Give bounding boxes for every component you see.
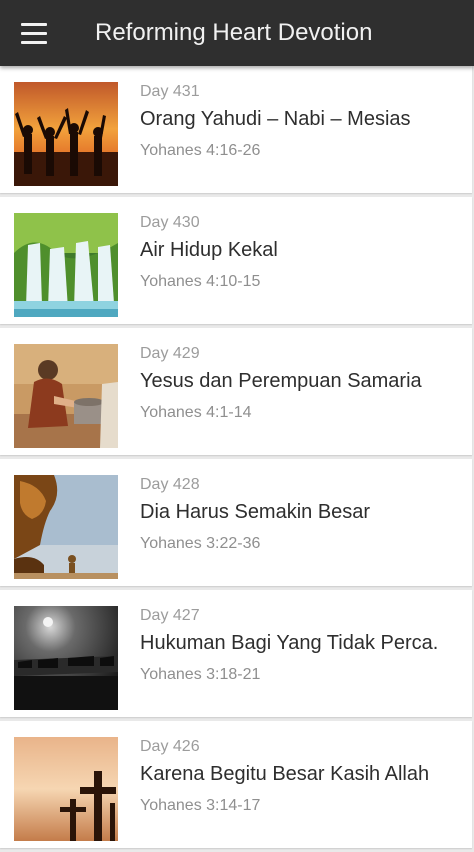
devotion-reference: Yohanes 4:1-14 [140,404,252,421]
people-sunset-image [14,82,118,186]
devotion-day: Day 427 [140,607,200,624]
waterfall-image [14,213,118,317]
devotion-title: Orang Yahudi – Nabi – Mesias [140,108,411,130]
devotion-title: Karena Begitu Besar Kasih Allah [140,763,430,785]
lion-image [14,475,118,579]
devotion-reference: Yohanes 3:22-36 [140,535,261,552]
devotion-item[interactable]: Day 426 Karena Begitu Besar Kasih Allah … [0,721,472,848]
devotion-day: Day 430 [140,214,200,231]
devotion-day: Day 431 [140,83,200,100]
devotion-title: Yesus dan Perempuan Samaria [140,370,422,392]
devotion-day: Day 429 [140,345,200,362]
dark-sky-image [14,606,118,710]
menu-line [21,31,47,35]
devotion-title: Dia Harus Semakin Besar [140,501,371,523]
menu-line [21,22,47,26]
devotion-item[interactable]: Day 428 Dia Harus Semakin Besar Yohanes … [0,459,472,586]
devotion-item[interactable]: Day 430 Air Hidup Kekal Yohanes 4:10-15 [0,197,472,324]
devotion-item[interactable]: Day 427 Hukuman Bagi Yang Tidak Perca. Y… [0,590,472,717]
devotion-item[interactable]: Day 429 Yesus dan Perempuan Samaria Yoha… [0,328,472,455]
crosses-sunset-image [14,737,118,841]
devotion-title: Air Hidup Kekal [140,239,278,261]
devotion-reference: Yohanes 4:16-26 [140,142,261,159]
devotion-item[interactable]: Day 431 Orang Yahudi – Nabi – Mesias Yoh… [0,66,472,193]
devotion-day: Day 428 [140,476,200,493]
devotion-reference: Yohanes 3:14-17 [140,797,261,814]
devotion-day: Day 426 [140,738,200,755]
hamburger-menu-icon[interactable] [12,13,56,53]
app-bar: Reforming Heart Devotion [0,0,474,66]
menu-line [21,40,47,44]
devotion-reference: Yohanes 3:18-21 [140,666,261,683]
app-title: Reforming Heart Devotion [95,19,373,46]
devotion-list[interactable]: Day 431 Orang Yahudi – Nabi – Mesias Yoh… [0,66,474,852]
devotion-reference: Yohanes 4:10-15 [140,273,261,290]
devotion-title: Hukuman Bagi Yang Tidak Perca. [140,632,439,654]
jesus-samaritan-woman-image [14,344,118,448]
